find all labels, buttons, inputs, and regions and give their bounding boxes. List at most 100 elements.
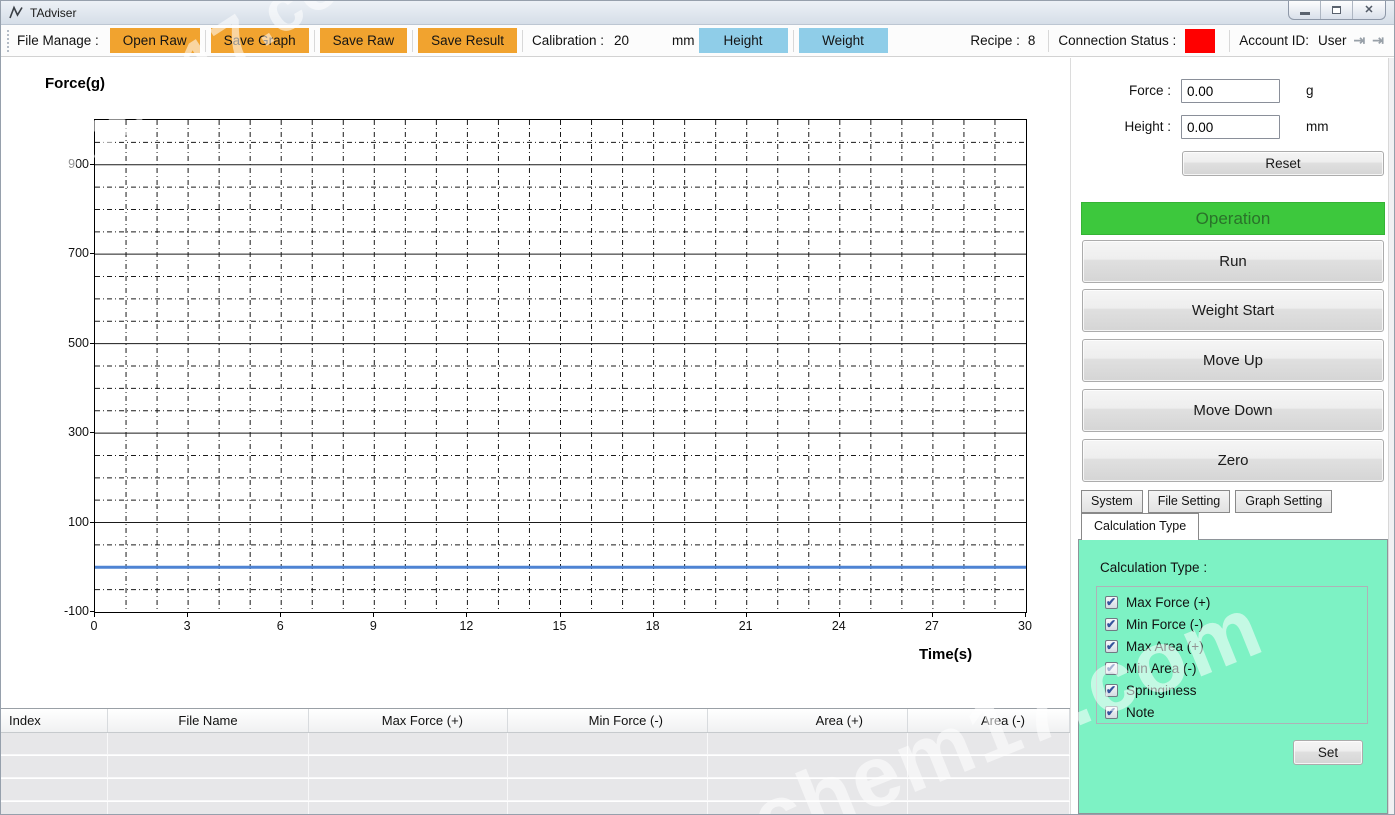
- checkbox-icon[interactable]: [1105, 706, 1118, 719]
- table-cell: [708, 802, 908, 814]
- y-axis-tick-label: -100: [41, 604, 89, 618]
- x-axis-tick: [839, 613, 840, 617]
- minimize-button[interactable]: [1289, 1, 1321, 19]
- toolbar-separator: [412, 30, 413, 52]
- settings-tab-strip: System File Setting Graph Setting: [1081, 490, 1332, 513]
- operation-header: Operation: [1081, 202, 1385, 235]
- x-axis-tick-label: 27: [908, 619, 956, 633]
- calc-type-option[interactable]: Springiness: [1105, 679, 1367, 701]
- set-button[interactable]: Set: [1293, 740, 1363, 765]
- open-raw-button[interactable]: Open Raw: [110, 28, 200, 53]
- weight-start-button[interactable]: Weight Start: [1082, 289, 1384, 332]
- column-header-area: Area (-): [908, 709, 1070, 732]
- checkbox-icon[interactable]: [1105, 596, 1118, 609]
- app-logo-icon: [9, 5, 24, 20]
- column-header-file-name: File Name: [108, 709, 309, 732]
- table-cell: [1, 733, 108, 755]
- account-id-label: Account ID:: [1239, 33, 1309, 48]
- maximize-button[interactable]: [1321, 1, 1353, 19]
- account-id-value: User: [1318, 33, 1347, 48]
- x-axis-tick-label: 6: [256, 619, 304, 633]
- calc-type-option[interactable]: Max Area (+): [1105, 635, 1367, 657]
- toolbar-grip[interactable]: [7, 30, 10, 52]
- table-cell: [508, 733, 708, 755]
- calc-type-option[interactable]: Note: [1105, 701, 1367, 723]
- calc-type-option[interactable]: Max Force (+): [1105, 591, 1367, 613]
- save-raw-button[interactable]: Save Raw: [320, 28, 408, 53]
- recipe-label: Recipe :: [970, 33, 1020, 48]
- results-table: IndexFile NameMax Force (+)Min Force (-)…: [1, 708, 1070, 814]
- calc-type-option[interactable]: Min Force (-): [1105, 613, 1367, 635]
- table-cell: [908, 802, 1070, 814]
- calc-type-option-label: Max Area (+): [1126, 639, 1204, 654]
- move-down-button[interactable]: Move Down: [1082, 389, 1384, 432]
- checkbox-icon[interactable]: [1105, 662, 1118, 675]
- x-axis-tick-label: 15: [536, 619, 584, 633]
- x-axis-tick-label: 30: [1001, 619, 1049, 633]
- table-cell: [108, 733, 309, 755]
- x-axis-tick-label: 24: [815, 619, 863, 633]
- checkbox-icon[interactable]: [1105, 684, 1118, 697]
- vertical-scrollbar[interactable]: [1388, 58, 1395, 814]
- table-cell: [708, 756, 908, 778]
- chart-plot-area[interactable]: [94, 119, 1027, 613]
- logout-icon[interactable]: ⇥: [1372, 32, 1384, 49]
- x-axis-tick-label: 0: [70, 619, 118, 633]
- height-button[interactable]: Height: [699, 28, 788, 53]
- toolbar-separator: [1229, 30, 1230, 52]
- x-axis-tick: [560, 613, 561, 617]
- toolbar-separator: [1048, 30, 1049, 52]
- calc-type-option-label: Note: [1126, 705, 1155, 720]
- table-cell: [508, 802, 708, 814]
- calc-type-option[interactable]: Min Area (-): [1105, 657, 1367, 679]
- toolbar-separator: [522, 30, 523, 52]
- checkbox-icon[interactable]: [1105, 640, 1118, 653]
- column-header-max-force: Max Force (+): [309, 709, 508, 732]
- run-button[interactable]: Run: [1082, 240, 1384, 283]
- toolbar: File Manage : Open Raw Save Graph Save R…: [1, 25, 1394, 57]
- x-axis-tick: [94, 613, 95, 617]
- weight-button[interactable]: Weight: [799, 28, 888, 53]
- height-readout-input[interactable]: [1181, 115, 1280, 139]
- x-axis-tick: [746, 613, 747, 617]
- table-row[interactable]: [1, 733, 1070, 756]
- table-cell: [309, 756, 508, 778]
- save-graph-button[interactable]: Save Graph: [211, 28, 309, 53]
- calculation-type-panel: Calculation Type : Max Force (+)Min Forc…: [1078, 539, 1388, 814]
- move-up-button[interactable]: Move Up: [1082, 339, 1384, 382]
- table-cell: [309, 779, 508, 801]
- checkbox-icon[interactable]: [1105, 618, 1118, 631]
- table-cell: [908, 779, 1070, 801]
- table-cell: [908, 756, 1070, 778]
- x-axis-tick-label: 12: [442, 619, 490, 633]
- close-button[interactable]: ✕: [1353, 1, 1385, 19]
- x-axis-tick: [187, 613, 188, 617]
- zero-button[interactable]: Zero: [1082, 439, 1384, 482]
- tab-file-setting[interactable]: File Setting: [1148, 490, 1231, 513]
- table-row[interactable]: [1, 779, 1070, 802]
- table-cell: [708, 733, 908, 755]
- y-axis-tick: [90, 164, 94, 165]
- calc-type-option-label: Max Force (+): [1126, 595, 1210, 610]
- tab-graph-setting[interactable]: Graph Setting: [1235, 490, 1332, 513]
- column-header-area: Area (+): [708, 709, 908, 732]
- tab-calculation-type[interactable]: Calculation Type: [1081, 513, 1199, 540]
- x-axis-tick-label: 21: [722, 619, 770, 633]
- table-row[interactable]: [1, 802, 1070, 814]
- tab-system[interactable]: System: [1081, 490, 1143, 513]
- connection-status-indicator: [1185, 29, 1215, 53]
- calibration-value[interactable]: 20: [614, 33, 666, 48]
- x-axis-tick: [1025, 613, 1026, 617]
- table-row[interactable]: [1, 756, 1070, 779]
- y-axis-tick-label: 700: [41, 246, 89, 260]
- force-readout-input[interactable]: [1181, 79, 1280, 103]
- title-bar[interactable]: TAdviser ✕: [1, 1, 1394, 25]
- table-cell: [908, 733, 1070, 755]
- switch-user-icon[interactable]: ⇥: [1354, 32, 1366, 49]
- save-result-button[interactable]: Save Result: [418, 28, 517, 53]
- calculation-type-list: Max Force (+) Min Force (-) Max Area (+) Mi…: [1096, 586, 1368, 724]
- app-window: TAdviser ✕ File Manage : Open Raw Save G…: [0, 0, 1395, 815]
- y-axis-tick: [90, 522, 94, 523]
- chart-grid: [95, 120, 1026, 612]
- reset-button[interactable]: Reset: [1182, 151, 1384, 176]
